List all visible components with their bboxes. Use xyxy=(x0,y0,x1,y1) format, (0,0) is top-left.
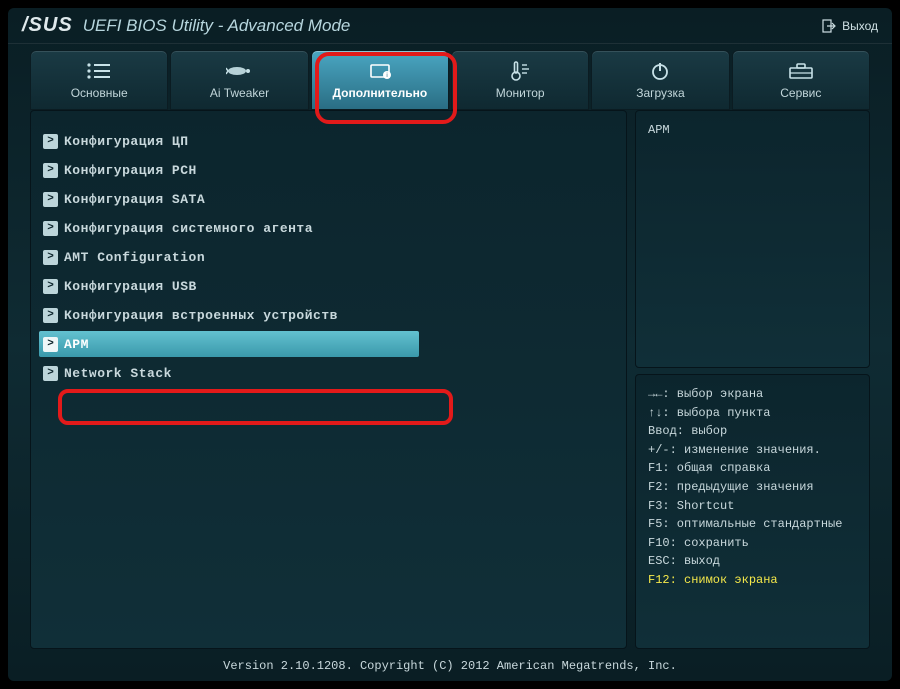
tab-label: Монитор xyxy=(496,86,545,100)
help-line: F10: сохранить xyxy=(648,534,857,553)
menu-item[interactable]: > Конфигурация USB xyxy=(39,273,618,299)
chevron-right-icon: > xyxy=(43,163,58,178)
help-line: F5: оптимальные стандартные xyxy=(648,515,857,534)
tab-label: Сервис xyxy=(780,86,821,100)
help-line: ESC: выход xyxy=(648,552,857,571)
tab-main[interactable]: Основные xyxy=(30,50,168,110)
tab-boot[interactable]: Загрузка xyxy=(591,50,729,110)
tab-advanced[interactable]: i Дополнительно xyxy=(311,50,449,110)
chevron-right-icon: > xyxy=(43,279,58,294)
main-area: > Конфигурация ЦП > Конфигурация PCH > Конфиг… xyxy=(30,110,870,649)
help-panel: →←: выбор экрана↑↓: выбора пунктаВвод: в… xyxy=(635,374,870,649)
exit-button[interactable]: Выход xyxy=(822,19,878,33)
menu-item[interactable]: > Network Stack xyxy=(39,360,618,386)
chevron-right-icon: > xyxy=(43,221,58,236)
menu-item-label: Конфигурация PCH xyxy=(64,163,197,178)
help-line: F1: общая справка xyxy=(648,459,857,478)
menu-item-label: Конфигурация встроенных устройств xyxy=(64,308,338,323)
tab-bar: Основные Ai Tweaker i Дополнительно Монитор З… xyxy=(8,44,892,110)
chevron-right-icon: > xyxy=(43,192,58,207)
thermometer-icon xyxy=(509,60,531,82)
description-text: APM xyxy=(648,123,670,137)
exit-label: Выход xyxy=(842,19,878,33)
svg-text:i: i xyxy=(386,73,387,79)
menu-item[interactable]: > Конфигурация PCH xyxy=(39,157,618,183)
menu-item-label: APM xyxy=(64,337,89,352)
menu-item-label: Конфигурация USB xyxy=(64,279,197,294)
logo: /SUS UEFI BIOS Utility - Advanced Mode xyxy=(22,14,350,37)
toolbox-icon xyxy=(788,60,814,82)
menu-item[interactable]: > Конфигурация SATA xyxy=(39,186,618,212)
help-line: ↑↓: выбора пункта xyxy=(648,404,857,423)
menu-item[interactable]: > Конфигурация ЦП xyxy=(39,128,618,154)
help-line: +/-: изменение значения. xyxy=(648,441,857,460)
menu-item-label: Конфигурация ЦП xyxy=(64,134,189,149)
menu-panel: > Конфигурация ЦП > Конфигурация PCH > Конфиг… xyxy=(30,110,627,649)
tab-label: Основные xyxy=(71,86,128,100)
header-title: UEFI BIOS Utility - Advanced Mode xyxy=(83,16,351,36)
help-line: →←: выбор экрана xyxy=(648,385,857,404)
tab-label: Ai Tweaker xyxy=(210,86,269,100)
menu-item[interactable]: > APM xyxy=(39,331,419,357)
chevron-right-icon: > xyxy=(43,134,58,149)
chevron-right-icon: > xyxy=(43,337,58,352)
help-line: F2: предыдущие значения xyxy=(648,478,857,497)
menu-item[interactable]: > Конфигурация встроенных устройств xyxy=(39,302,618,328)
menu-item[interactable]: > AMT Configuration xyxy=(39,244,618,270)
help-line: Ввод: выбор xyxy=(648,422,857,441)
header-bar: /SUS UEFI BIOS Utility - Advanced Mode В… xyxy=(8,8,892,44)
chevron-right-icon: > xyxy=(43,366,58,381)
menu-item[interactable]: > Конфигурация системного агента xyxy=(39,215,618,241)
menu-item-label: AMT Configuration xyxy=(64,250,205,265)
menu-item-label: Конфигурация системного агента xyxy=(64,221,313,236)
side-panels: APM →←: выбор экрана↑↓: выбора пунктаВво… xyxy=(635,110,870,649)
tab-label: Загрузка xyxy=(636,86,685,100)
tab-monitor[interactable]: Монитор xyxy=(451,50,589,110)
help-line: F3: Shortcut xyxy=(648,497,857,516)
chip-icon: i xyxy=(365,60,395,82)
description-panel: APM xyxy=(635,110,870,368)
menu-item-label: Конфигурация SATA xyxy=(64,192,205,207)
footer-bar: Version 2.10.1208. Copyright (C) 2012 Am… xyxy=(8,655,892,681)
brand-text: /SUS xyxy=(22,14,73,37)
bios-screen: /SUS UEFI BIOS Utility - Advanced Mode В… xyxy=(8,8,892,681)
help-line-f12: F12: снимок экрана xyxy=(648,571,857,590)
power-icon xyxy=(650,60,670,82)
tab-tweaker[interactable]: Ai Tweaker xyxy=(170,50,308,110)
chevron-right-icon: > xyxy=(43,250,58,265)
chevron-right-icon: > xyxy=(43,308,58,323)
tab-tool[interactable]: Сервис xyxy=(732,50,870,110)
footer-text: Version 2.10.1208. Copyright (C) 2012 Am… xyxy=(223,659,677,673)
menu-item-label: Network Stack xyxy=(64,366,172,381)
tab-label: Дополнительно xyxy=(332,86,427,100)
door-exit-icon xyxy=(822,19,836,33)
rocket-icon xyxy=(226,60,252,82)
list-icon xyxy=(86,60,112,82)
